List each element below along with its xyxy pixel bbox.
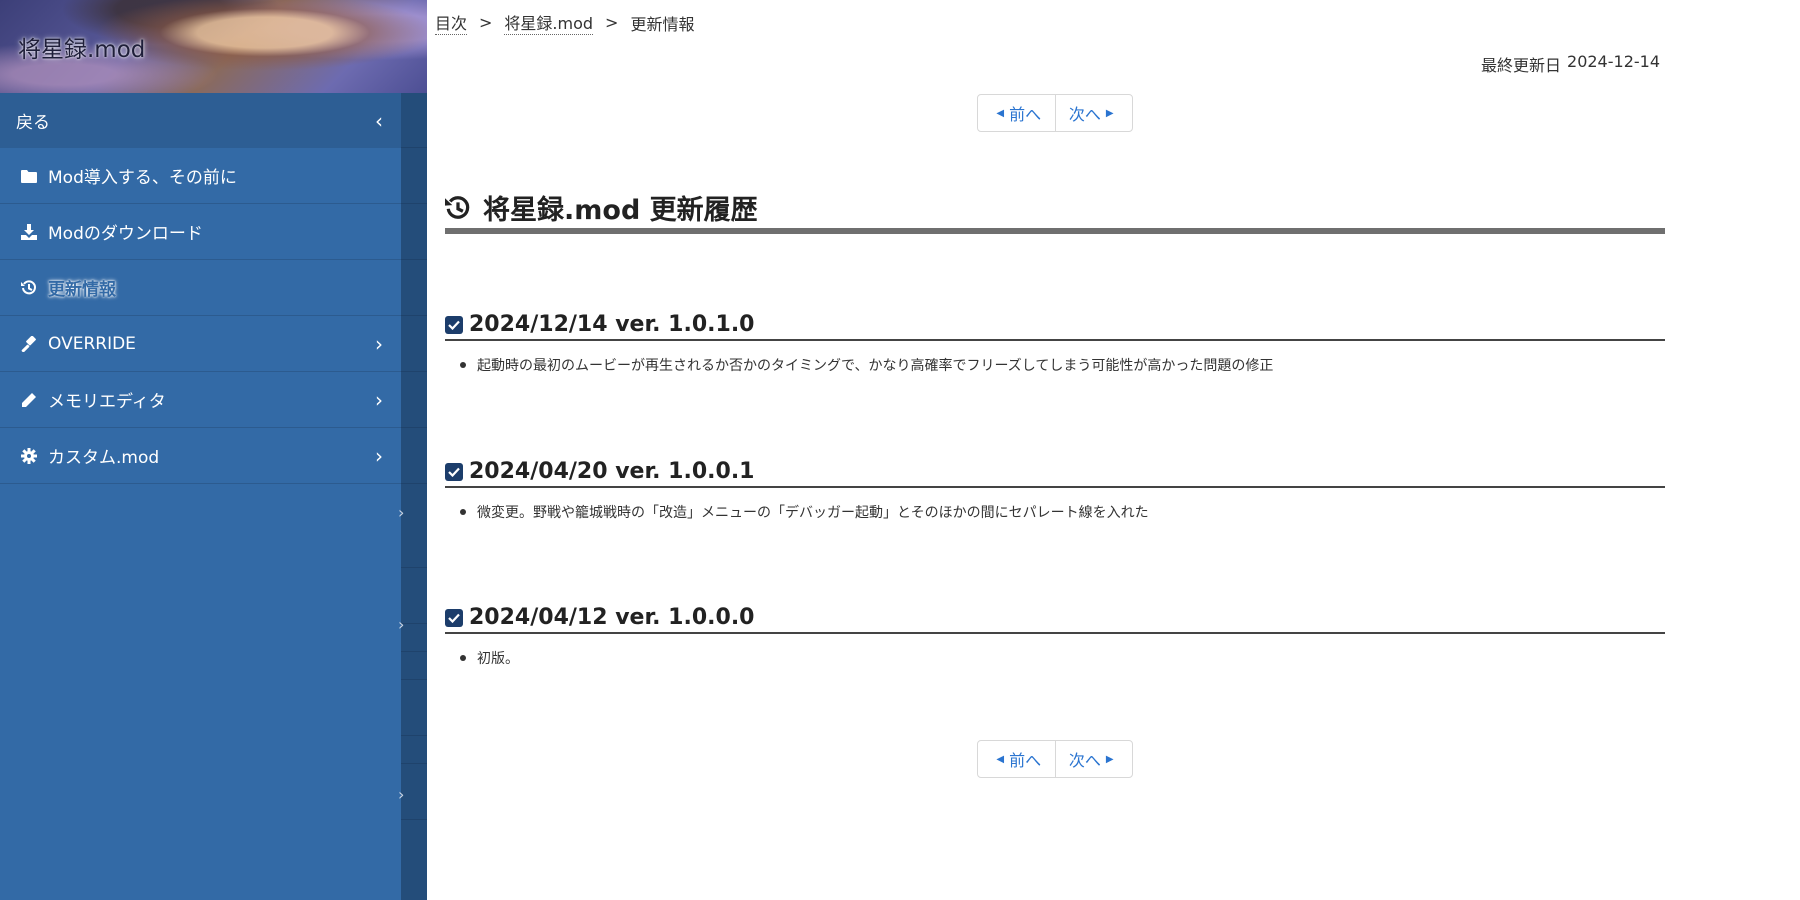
pager-bottom: ◀ 前へ 次へ ▶ — [977, 740, 1133, 778]
list-item: 起動時の最初のムービーが再生されるか否かのタイミングで、かなり高確率でフリーズし… — [460, 355, 1273, 375]
history-icon — [20, 279, 38, 297]
sidebar-item-download[interactable]: Modのダウンロード — [0, 204, 401, 260]
list-item-text: 微変更。野戦や籠城戦時の「改造」メニューの「デバッガー起動」とそのほかの間にセパ… — [477, 505, 1149, 521]
sidebar-strip-row — [401, 316, 427, 372]
sidebar-item-before-install[interactable]: Mod導入する、その前に — [0, 148, 401, 204]
sidebar-strip-row — [401, 764, 427, 820]
sidebar-item-label: 更新情報 — [48, 280, 116, 300]
changelog-entry-title: 2024/12/14 ver. 1.0.1.0 — [445, 312, 754, 337]
download-icon — [20, 223, 38, 241]
folder-icon — [20, 167, 38, 185]
page-title: 将星録.mod 更新履歴 — [483, 195, 758, 226]
breadcrumb-current: 更新情報 — [630, 14, 695, 34]
bullet — [460, 655, 466, 661]
list-item-text: 起動時の最初のムービーが再生されるか否かのタイミングで、かなり高確率でフリーズし… — [477, 358, 1274, 374]
expand-chevron-icon[interactable]: › — [398, 785, 404, 804]
caret-left-icon: ◀ — [996, 753, 1005, 765]
sidebar-strip-row — [401, 652, 427, 680]
chevron-right-icon: › — [375, 331, 383, 356]
sidebar-header-banner: 将星録.mod — [0, 0, 427, 93]
chevron-left-icon: ‹ — [375, 108, 383, 133]
prev-page-label: 前へ — [1009, 751, 1042, 770]
sidebar-item-label: カスタム.mod — [48, 448, 160, 468]
next-page-label: 次へ — [1068, 751, 1101, 770]
breadcrumb-separator: > — [605, 13, 619, 32]
sidebar: › › › 将星録.mod 戻る ‹ Mod導入する、その前に Modのダウンロ… — [0, 0, 427, 900]
sidebar-strip-row — [401, 93, 427, 148]
entry-divider — [445, 632, 1665, 634]
expand-chevron-icon[interactable]: › — [398, 503, 404, 522]
pager-top: ◀ 前へ 次へ ▶ — [977, 94, 1133, 132]
next-page-button[interactable]: 次へ ▶ — [1054, 741, 1133, 777]
sidebar-item-override[interactable]: OVERRIDE › — [0, 316, 401, 372]
gear-icon — [20, 447, 38, 465]
breadcrumb-link-toc[interactable]: 目次 — [435, 10, 468, 35]
check-square-icon — [445, 315, 463, 334]
page-heading: 将星録.mod 更新履歴 — [445, 188, 758, 227]
sidebar-item-label: Mod導入する、その前に — [48, 168, 237, 188]
breadcrumb-link-mod[interactable]: 将星録.mod — [504, 10, 594, 35]
prev-page-label: 前へ — [1009, 105, 1042, 124]
back-button[interactable]: 戻る ‹ — [0, 93, 401, 148]
pencil-icon — [20, 391, 38, 409]
last-updated-date: 2024-12-14 — [1567, 52, 1660, 71]
history-icon — [445, 195, 471, 221]
entry-title-text: 2024/04/20 ver. 1.0.0.1 — [469, 459, 755, 484]
prev-page-button[interactable]: ◀ 前へ — [978, 741, 1055, 777]
list-item-text: 初版。 — [477, 651, 519, 667]
back-label: 戻る — [16, 113, 50, 133]
sidebar-strip-row — [401, 148, 427, 204]
caret-right-icon: ▶ — [1105, 107, 1114, 119]
expand-chevron-icon[interactable]: › — [398, 615, 404, 634]
entry-title-text: 2024/04/12 ver. 1.0.0.0 — [469, 605, 755, 630]
sidebar-strip-row — [401, 568, 427, 624]
sidebar-item-memory-editor[interactable]: メモリエディタ › — [0, 372, 401, 428]
check-square-icon — [445, 462, 463, 481]
changelog-entry-title: 2024/04/12 ver. 1.0.0.0 — [445, 605, 754, 630]
changelog-entry-title: 2024/04/20 ver. 1.0.0.1 — [445, 459, 754, 484]
prev-page-button[interactable]: ◀ 前へ — [978, 95, 1055, 131]
sidebar-strip-row — [401, 260, 427, 316]
chevron-right-icon: › — [375, 443, 383, 468]
chevron-right-icon: › — [375, 387, 383, 412]
sidebar-item-label: メモリエディタ — [48, 392, 166, 412]
sidebar-strip-row — [401, 624, 427, 652]
list-item: 初版。 — [460, 648, 519, 668]
site-title[interactable]: 将星録.mod — [18, 30, 145, 64]
entry-title-text: 2024/12/14 ver. 1.0.1.0 — [469, 312, 755, 337]
sidebar-strip-row — [401, 372, 427, 428]
check-square-icon — [445, 608, 463, 627]
entry-divider — [445, 486, 1665, 488]
caret-right-icon: ▶ — [1105, 753, 1114, 765]
sidebar-strip-row — [401, 736, 427, 764]
entry-divider — [445, 339, 1665, 341]
gavel-icon — [20, 335, 38, 353]
breadcrumb: 目次 > 将星録.mod > 更新情報 — [435, 10, 694, 35]
breadcrumb-separator: > — [479, 13, 493, 32]
list-item: 微変更。野戦や籠城戦時の「改造」メニューの「デバッガー起動」とそのほかの間にセパ… — [460, 502, 1149, 522]
bullet — [460, 362, 466, 368]
sidebar-strip-row — [401, 428, 427, 484]
sidebar-strip-row — [401, 484, 427, 568]
next-page-label: 次へ — [1068, 105, 1101, 124]
caret-left-icon: ◀ — [996, 107, 1005, 119]
last-updated-label: 最終更新日 — [1481, 56, 1562, 75]
bullet — [460, 509, 466, 515]
sidebar-item-label: Modのダウンロード — [48, 224, 203, 244]
sidebar-strip-row — [401, 680, 427, 736]
last-updated: 最終更新日 2024-12-14 — [1481, 52, 1660, 76]
sidebar-item-label: OVERRIDE — [48, 333, 136, 354]
heading-divider — [445, 228, 1665, 234]
sidebar-item-custom-mod[interactable]: カスタム.mod › — [0, 428, 401, 484]
sidebar-strip-row — [401, 204, 427, 260]
next-page-button[interactable]: 次へ ▶ — [1054, 95, 1133, 131]
sidebar-item-updates[interactable]: 更新情報 — [0, 260, 401, 316]
